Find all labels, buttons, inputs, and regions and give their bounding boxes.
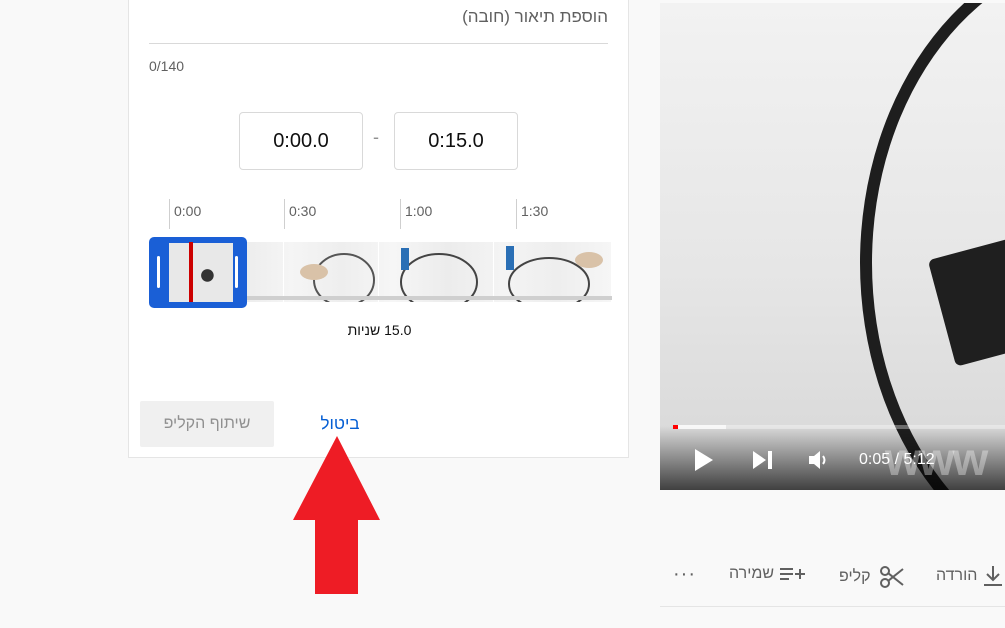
filmstrip-frame [247,242,284,302]
playlist-add-icon [780,568,806,580]
filmstrip-frame [379,242,494,302]
filmstrip-progress [247,296,612,300]
play-icon[interactable] [693,448,715,472]
filmstrip-frame [494,242,612,302]
volume-icon[interactable] [808,449,830,471]
tick-mark [516,199,517,229]
timeline-playhead[interactable] [189,242,193,302]
download-icon [984,566,1003,586]
clip-label: קליפ [839,568,871,585]
tick-label: 0:00 [174,203,202,219]
time-display: 0:05 / 5:12 [859,451,935,468]
tick-mark [284,199,285,229]
selection-thumbnail [169,243,233,302]
next-icon[interactable] [752,450,774,470]
clip-button[interactable]: קליפ [839,565,905,589]
player-played [673,425,679,429]
clip-duration-label: 15.0 שניות [347,322,412,338]
scissors-icon [879,566,904,588]
download-label: הורדה [936,567,978,584]
share-clip-button[interactable]: שיתוף הקליפ [140,401,274,447]
player-progress-bar[interactable] [673,425,1005,429]
description-underline [149,43,608,44]
clip-selection-range[interactable] [149,237,247,308]
time-separator: - [373,127,379,147]
cable-loop-thumbnail [506,246,603,302]
save-button[interactable]: שמירה [729,565,806,583]
save-label: שמירה [729,565,775,582]
cable-loop-thumbnail [400,248,478,302]
player-buffered [673,425,727,429]
tick-mark [169,199,170,229]
start-time-input[interactable]: 0:00.0 [239,112,363,170]
create-clip-dialog: הוספת תיאור (חובה) 0/140 0:00.0 - 0:15.0… [128,0,629,458]
actions-divider [660,606,1005,607]
description-input[interactable]: הוספת תיאור (חובה) [462,7,608,27]
char-counter: 0/140 [149,58,185,74]
selection-left-handle[interactable] [157,256,160,288]
filmstrip-frame [284,242,379,302]
end-time-input[interactable]: 0:15.0 [394,112,518,170]
video-player[interactable] [660,3,1005,490]
more-actions-button[interactable]: ··· [673,563,696,586]
timeline-ticks: 0:00 0:30 1:00 1:30 [129,195,630,235]
download-button[interactable]: הורדה [936,565,1003,587]
tick-label: 1:00 [405,203,433,219]
cable-loop-thumbnail [300,253,375,302]
tick-mark [400,199,401,229]
tick-label: 1:30 [521,203,549,219]
tick-label: 0:30 [289,203,317,219]
timeline-filmstrip[interactable] [247,242,612,302]
selection-right-handle[interactable] [235,256,238,288]
red-annotation-arrow-icon [293,436,380,594]
